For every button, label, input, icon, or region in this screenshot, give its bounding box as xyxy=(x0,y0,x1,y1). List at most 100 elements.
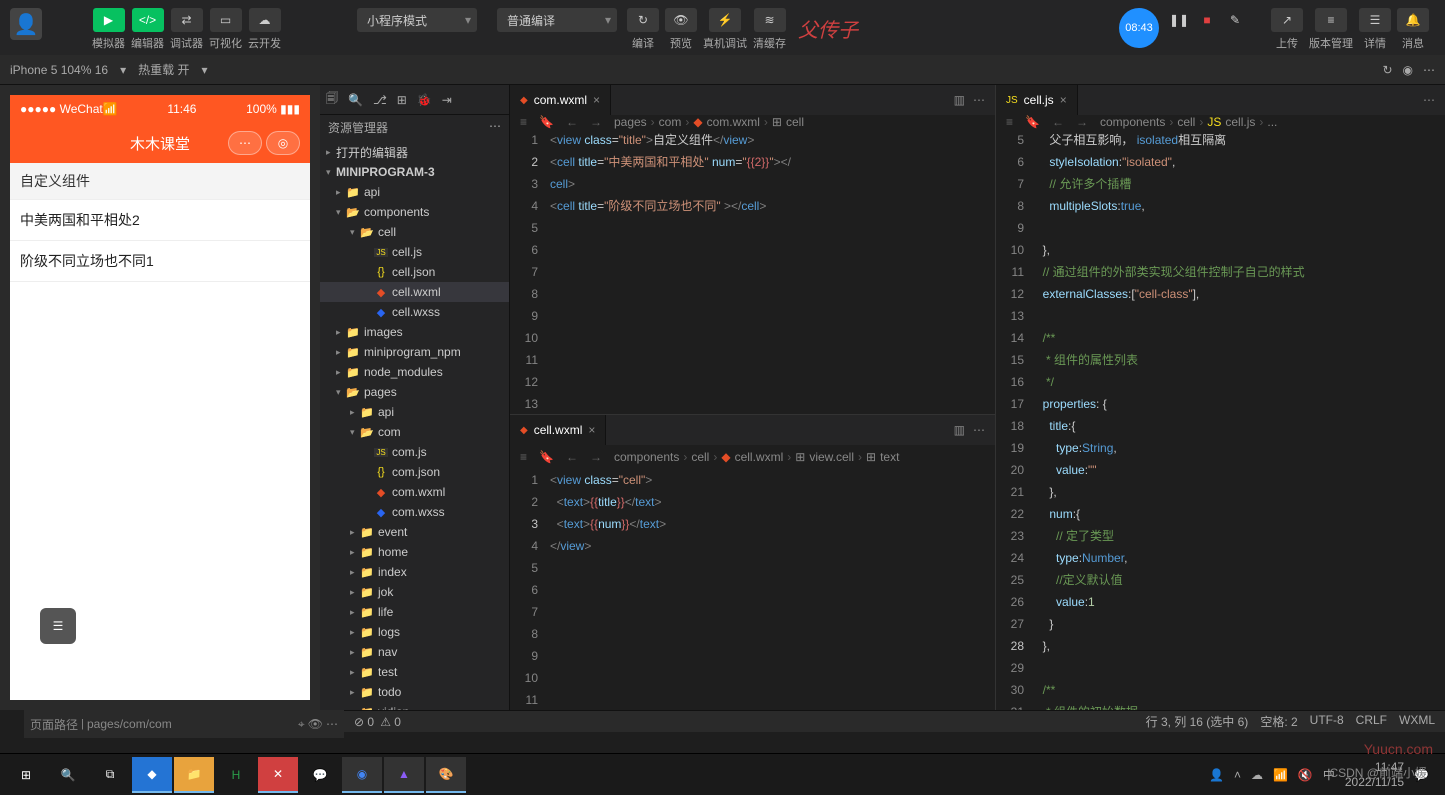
branch-button[interactable]: ↗ xyxy=(1271,8,1303,32)
fab-button[interactable]: ☰ xyxy=(40,608,76,644)
folder-components[interactable]: ▾📂components xyxy=(320,202,509,222)
explorer-more-icon[interactable]: ⋯ xyxy=(489,119,501,136)
editor-button[interactable]: </> xyxy=(132,8,164,32)
stop-icon[interactable]: ■ xyxy=(1195,8,1219,32)
encoding[interactable]: UTF-8 xyxy=(1310,713,1344,730)
folder-pages-api[interactable]: ▸📁api xyxy=(320,402,509,422)
pause-icon[interactable]: ❚❚ xyxy=(1167,8,1191,32)
folder-jok[interactable]: ▸📁jok xyxy=(320,582,509,602)
hot-reload-toggle[interactable]: 热重载 开 xyxy=(138,61,189,78)
split-icon[interactable]: ▥ xyxy=(954,93,965,107)
indent-setting[interactable]: 空格: 2 xyxy=(1260,713,1297,730)
bookmark-icon[interactable]: 🔖 xyxy=(539,115,554,129)
code-editor[interactable]: 12 345678910111213 <view class="title">自… xyxy=(510,129,995,415)
folder-test[interactable]: ▸📁test xyxy=(320,662,509,682)
tab-more-icon[interactable]: ⋯ xyxy=(973,423,985,437)
taskbar-search-icon[interactable]: 🔍 xyxy=(48,757,88,793)
taskbar-app[interactable]: ◆ xyxy=(132,757,172,793)
tray-wifi-icon[interactable]: 📶 xyxy=(1273,768,1288,782)
tab-cell-wxml[interactable]: ◆cell.wxml× xyxy=(510,415,606,445)
breadcrumb[interactable]: ≡🔖←→ components› cell› ◆ cell.wxml› ⊞ vi… xyxy=(510,445,995,469)
clear-cache-button[interactable]: ≋ xyxy=(754,8,786,32)
folder-event[interactable]: ▸📁event xyxy=(320,522,509,542)
preview-button[interactable]: 👁 xyxy=(665,8,697,32)
avatar[interactable]: 👤 xyxy=(10,8,42,40)
folder-node-modules[interactable]: ▸📁node_modules xyxy=(320,362,509,382)
more-icon[interactable]: ⋯ xyxy=(1423,63,1435,77)
folder-home[interactable]: ▸📁home xyxy=(320,542,509,562)
file-cell-wxss[interactable]: ◆cell.wxss xyxy=(320,302,509,322)
folder-life[interactable]: ▸📁life xyxy=(320,602,509,622)
cloud-button[interactable]: ☁ xyxy=(249,8,281,32)
page-path[interactable]: pages/com/com xyxy=(87,717,172,731)
folder-pages[interactable]: ▾📂pages xyxy=(320,382,509,402)
folder-todo[interactable]: ▸📁todo xyxy=(320,682,509,702)
errors-count[interactable]: ⊘ 0 xyxy=(354,715,374,729)
breadcrumb[interactable]: ≡🔖←→ components› cell› JS cell.js› ... xyxy=(996,115,1445,129)
forward-icon[interactable]: → xyxy=(590,115,602,129)
detail-button[interactable]: ☰ xyxy=(1359,8,1391,32)
version-button[interactable]: ≡ xyxy=(1315,8,1347,32)
extensions-icon[interactable]: ⊞ xyxy=(397,93,407,107)
file-cell-wxml[interactable]: ◆cell.wxml xyxy=(320,282,509,302)
message-button[interactable]: 🔔 xyxy=(1397,8,1429,32)
folder-com[interactable]: ▾📂com xyxy=(320,422,509,442)
project-root[interactable]: ▾MINIPROGRAM-3 xyxy=(320,162,509,182)
taskbar-app[interactable]: ✕ xyxy=(258,757,298,793)
back-icon[interactable]: ← xyxy=(566,115,578,129)
device-selector[interactable]: iPhone 5 104% 16 xyxy=(10,63,108,77)
folder-logs[interactable]: ▸📁logs xyxy=(320,622,509,642)
taskbar-chrome[interactable]: ◉ xyxy=(342,757,382,793)
capsule-menu-icon[interactable]: ⋯ xyxy=(228,131,262,155)
tray-up-icon[interactable]: ˄ xyxy=(1234,768,1241,782)
tab-more-icon[interactable]: ⋯ xyxy=(973,93,985,107)
taskbar-app[interactable]: 📁 xyxy=(174,757,214,793)
file-com-json[interactable]: {}com.json xyxy=(320,462,509,482)
folder-nav[interactable]: ▸📁nav xyxy=(320,642,509,662)
locate-icon[interactable]: ⌖ xyxy=(298,717,305,732)
start-button[interactable]: ⊞ xyxy=(6,757,46,793)
open-editors-section[interactable]: ▸打开的编辑器 xyxy=(320,142,509,162)
close-icon[interactable]: × xyxy=(588,423,595,437)
close-icon[interactable]: × xyxy=(1060,93,1067,107)
cursor-position[interactable]: 行 3, 列 16 (选中 6) xyxy=(1146,713,1249,730)
refresh-icon[interactable]: ↻ xyxy=(1382,63,1392,77)
list-item[interactable]: 中美两国和平相处2 xyxy=(10,200,310,241)
warnings-count[interactable]: ⚠ 0 xyxy=(380,715,401,729)
tab-cell-js[interactable]: JScell.js× xyxy=(996,85,1078,115)
file-com-wxml[interactable]: ◆com.wxml xyxy=(320,482,509,502)
split-icon[interactable]: ▥ xyxy=(954,423,965,437)
code-editor[interactable]: 5678910111213141516171819202122232425262… xyxy=(996,129,1445,723)
debugger-button[interactable]: ⇄ xyxy=(171,8,203,32)
eye-icon[interactable]: 👁 xyxy=(308,717,323,731)
visual-button[interactable]: ▭ xyxy=(210,8,242,32)
task-view-icon[interactable]: ⧉ xyxy=(90,757,130,793)
tab-more-icon[interactable]: ⋯ xyxy=(1423,93,1435,107)
git-icon[interactable]: ⎇ xyxy=(373,93,387,107)
taskbar-app[interactable]: ▲ xyxy=(384,757,424,793)
list-item[interactable]: 阶级不同立场也不同1 xyxy=(10,241,310,282)
folder-miniprogram-npm[interactable]: ▸📁miniprogram_npm xyxy=(320,342,509,362)
taskbar-app[interactable]: H xyxy=(216,757,256,793)
folder-yidian[interactable]: ▸📁yidian xyxy=(320,702,509,710)
debug-icon[interactable]: 🐞 xyxy=(417,93,432,107)
compile-dropdown[interactable]: 普通编译 xyxy=(497,8,617,32)
edit-icon[interactable]: ✎ xyxy=(1223,8,1247,32)
simulator-button[interactable]: ▶ xyxy=(93,8,125,32)
folder-cell[interactable]: ▾📂cell xyxy=(320,222,509,242)
capsule-close-icon[interactable]: ◎ xyxy=(266,131,300,155)
sim-more-icon[interactable]: ⋯ xyxy=(326,717,338,731)
collapse-icon[interactable]: ⇥ xyxy=(442,93,452,107)
compile-button[interactable]: ↻ xyxy=(627,8,659,32)
code-editor[interactable]: 1234567891011 <view class="cell"> <text>… xyxy=(510,469,995,711)
file-com-js[interactable]: JScom.js xyxy=(320,442,509,462)
folder-api[interactable]: ▸📁api xyxy=(320,182,509,202)
tray-volume-icon[interactable]: 🔇 xyxy=(1298,768,1313,782)
list-icon[interactable]: ≡ xyxy=(520,115,527,129)
eol[interactable]: CRLF xyxy=(1356,713,1387,730)
search-icon[interactable]: 🔍 xyxy=(348,93,363,107)
close-icon[interactable]: × xyxy=(593,93,600,107)
tray-cloud-icon[interactable]: ☁ xyxy=(1251,768,1263,782)
tab-com-wxml[interactable]: ◆com.wxml× xyxy=(510,85,611,115)
folder-images[interactable]: ▸📁images xyxy=(320,322,509,342)
